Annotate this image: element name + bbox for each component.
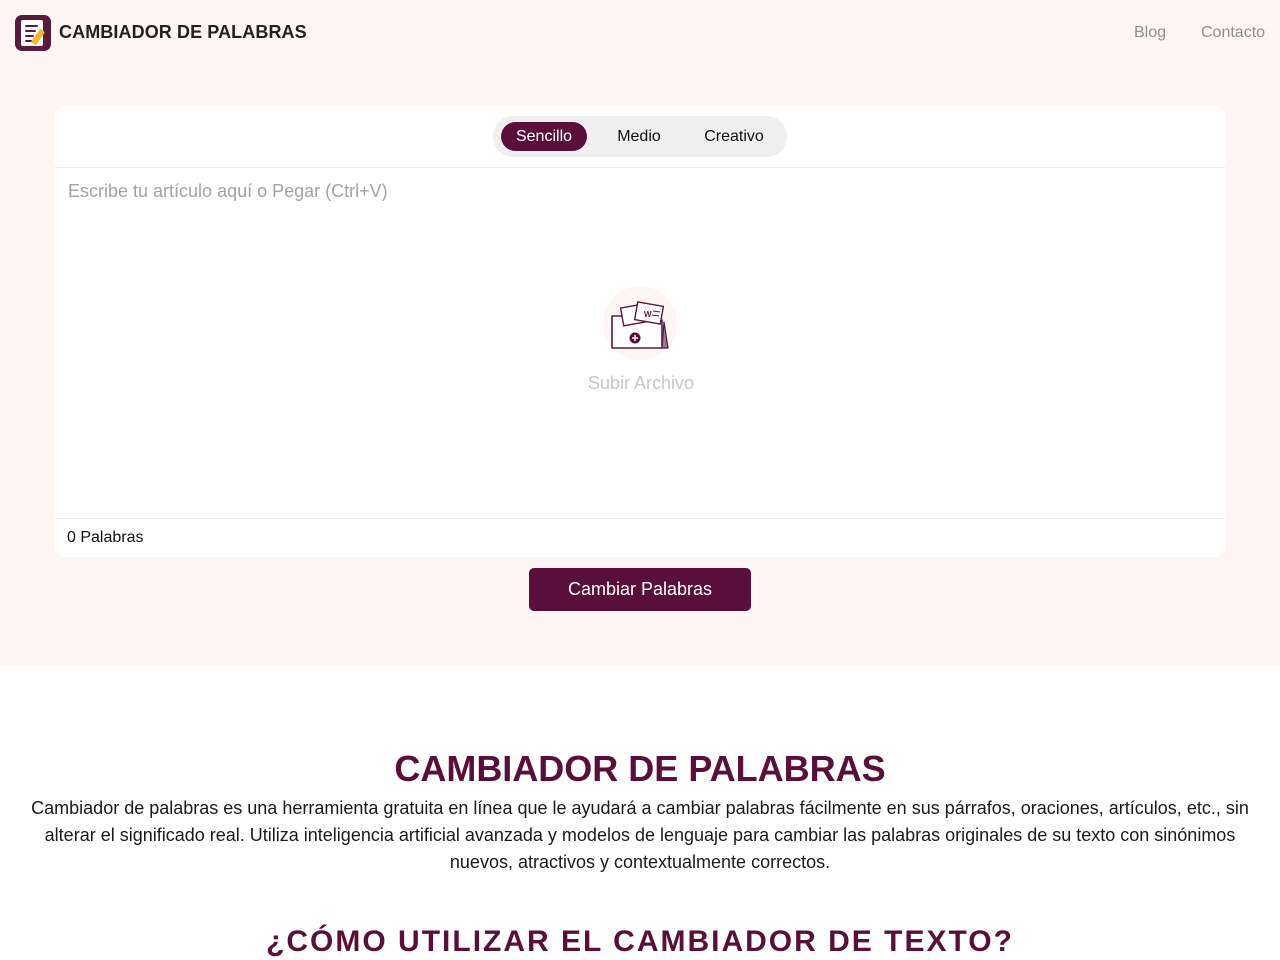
- mode-bar: Sencillo Medio Creativo: [55, 106, 1225, 168]
- upload-file-label: Subir Archivo: [588, 373, 695, 393]
- howto-title: ¿CÓMO UTILIZAR EL CAMBIADOR DE TEXTO?: [266, 925, 1014, 958]
- nav-link-contact[interactable]: Contacto: [1201, 24, 1265, 42]
- section-title: CAMBIADOR DE PALABRAS: [394, 748, 886, 789]
- svg-text:W: W: [644, 310, 652, 319]
- site-header: CAMBIADOR DE PALABRAS Blog Contacto: [0, 0, 1280, 66]
- mode-creativo[interactable]: Creativo: [691, 122, 777, 151]
- editor-card: Sencillo Medio Creativo W Subir Archivo …: [55, 106, 1225, 557]
- upload-file-button[interactable]: W Subir Archivo: [588, 286, 695, 396]
- mode-sencillo[interactable]: Sencillo: [501, 122, 587, 151]
- folder-documents-plus-icon: W: [611, 301, 669, 349]
- word-count: 0 Palabras: [67, 529, 144, 546]
- nav-link-blog[interactable]: Blog: [1134, 24, 1166, 42]
- section-description: Cambiador de palabras es una herramienta…: [31, 798, 1249, 872]
- editor-footer: 0 Palabras: [55, 518, 1225, 557]
- logo-icon[interactable]: [15, 15, 51, 51]
- mode-selector: Sencillo Medio Creativo: [493, 116, 787, 157]
- brand-name[interactable]: CAMBIADOR DE PALABRAS: [59, 22, 307, 43]
- mode-medio[interactable]: Medio: [599, 122, 679, 151]
- change-words-button[interactable]: Cambiar Palabras: [529, 568, 751, 611]
